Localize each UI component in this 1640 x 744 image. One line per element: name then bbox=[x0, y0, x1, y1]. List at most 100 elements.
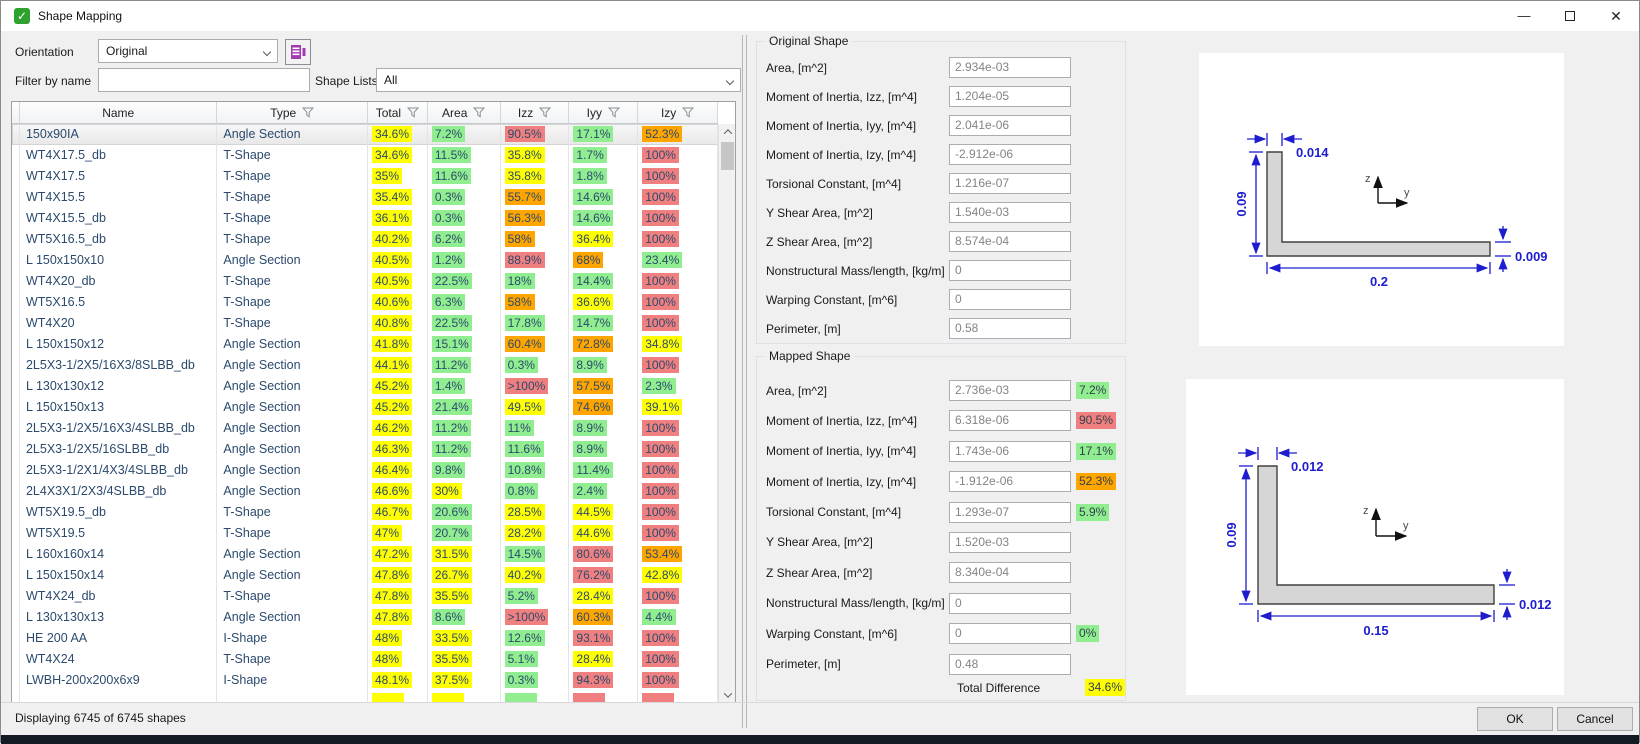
table-row[interactable]: WT4X20T-Shape40.8%22.5%17.8%14.7%100% bbox=[12, 313, 718, 334]
filter-icon[interactable] bbox=[302, 107, 314, 118]
original-field-value[interactable]: 2.934e-03 bbox=[949, 57, 1071, 78]
filter-icon[interactable] bbox=[682, 107, 694, 118]
diff-chip: 44.5% bbox=[573, 504, 613, 520]
original-field-value[interactable]: 2.041e-06 bbox=[949, 115, 1071, 136]
column-header-area[interactable]: Area bbox=[428, 102, 501, 123]
original-field-value[interactable]: 0 bbox=[949, 260, 1071, 281]
diff-cell: 100% bbox=[638, 670, 718, 691]
table-row[interactable]: WT4X15.5_dbT-Shape36.1%0.3%56.3%14.6%100… bbox=[12, 208, 718, 229]
row-header bbox=[12, 292, 20, 313]
mapped-field-value[interactable]: 0 bbox=[949, 593, 1071, 614]
mapped-field-value[interactable]: -1.912e-06 bbox=[949, 471, 1071, 492]
table-row[interactable]: WT5X19.5T-Shape47%20.7%28.2%44.6%100% bbox=[12, 523, 718, 544]
mapped-field-value[interactable]: 0.48 bbox=[949, 654, 1071, 675]
ok-button[interactable]: OK bbox=[1477, 707, 1553, 731]
mapped-field-value[interactable]: 2.736e-03 bbox=[949, 380, 1071, 401]
table-row[interactable]: WT4X20_dbT-Shape40.5%22.5%18%14.4%100% bbox=[12, 271, 718, 292]
diff-chip: 11.2% bbox=[432, 441, 471, 457]
table-row[interactable]: 150x90IAAngle Section34.6%7.2%90.5%17.1%… bbox=[12, 124, 718, 145]
column-header-total[interactable]: Total bbox=[368, 102, 428, 123]
table-row[interactable]: 2L5X3-1/2X1/4X3/4SLBB_dbAngle Section46.… bbox=[12, 460, 718, 481]
diff-cell: 100% bbox=[638, 502, 718, 523]
row-header bbox=[12, 250, 20, 271]
table-row[interactable]: L 160x160x14Angle Section47.2%31.5%14.5%… bbox=[12, 544, 718, 565]
diff-cell: 20.6% bbox=[428, 502, 501, 523]
shape-name-cell: L 130x130x13 bbox=[20, 607, 217, 628]
column-header-type[interactable]: Type bbox=[217, 102, 368, 123]
orientation-options-button[interactable] bbox=[285, 39, 311, 65]
table-row[interactable]: 2L5X3-1/2X5/16X3/4SLBB_dbAngle Section46… bbox=[12, 418, 718, 439]
filter-icon[interactable] bbox=[608, 107, 620, 118]
scrollbar-thumb[interactable] bbox=[721, 142, 734, 170]
mapped-field-value[interactable]: 1.293e-07 bbox=[949, 502, 1071, 523]
cancel-button[interactable]: Cancel bbox=[1557, 707, 1633, 731]
table-row[interactable]: 2L4X3X1/2X3/4SLBB_dbAngle Section46.6%30… bbox=[12, 481, 718, 502]
diff-cell: 48% bbox=[368, 649, 428, 670]
table-row[interactable]: WT4X24_dbT-Shape47.8%35.5%5.2%28.4%100% bbox=[12, 586, 718, 607]
mapped-field-value[interactable]: 0 bbox=[949, 623, 1071, 644]
table-row[interactable]: L 130x130x12Angle Section45.2%1.4%>100%5… bbox=[12, 376, 718, 397]
table-row[interactable]: WT4X24T-Shape48%35.5%5.1%28.4%100% bbox=[12, 649, 718, 670]
mapped-field-value[interactable]: 1.520e-03 bbox=[949, 532, 1071, 553]
scroll-up-button[interactable] bbox=[719, 124, 736, 139]
mapped-field-value[interactable]: 1.743e-06 bbox=[949, 441, 1071, 462]
original-field-value[interactable]: 1.204e-05 bbox=[949, 86, 1071, 107]
vertical-scrollbar[interactable] bbox=[718, 124, 735, 702]
filter-icon[interactable] bbox=[407, 107, 419, 118]
diff-chip: 40.2% bbox=[372, 231, 412, 247]
orientation-dropdown[interactable]: Original bbox=[98, 39, 278, 63]
table-row[interactable]: WT4X15.5T-Shape35.4%0.3%55.7%14.6%100% bbox=[12, 187, 718, 208]
table-row[interactable]: WT5X19.5_dbT-Shape46.7%20.6%28.5%44.5%10… bbox=[12, 502, 718, 523]
table-row[interactable]: 2L5X3-1/2X5/16SLBB_dbAngle Section46.3%1… bbox=[12, 439, 718, 460]
column-header-iyy[interactable]: Iyy bbox=[569, 102, 638, 123]
filter-icon[interactable] bbox=[473, 107, 485, 118]
close-button[interactable]: ✕ bbox=[1593, 1, 1639, 31]
original-field-value[interactable]: 0 bbox=[949, 289, 1071, 310]
diff-chip: 35.8% bbox=[505, 168, 545, 184]
table-row[interactable]: WT4X17.5_dbT-Shape34.6%11.5%35.8%1.7%100… bbox=[12, 145, 718, 166]
minimize-button[interactable]: — bbox=[1501, 1, 1547, 31]
shape-lists-dropdown[interactable]: All bbox=[376, 68, 741, 92]
table-row[interactable]: WT4X17.5T-Shape35%11.6%35.8%1.8%100% bbox=[12, 166, 718, 187]
table-row[interactable]: WT5X16.5_dbT-Shape40.2%6.2%58%36.4%100% bbox=[12, 229, 718, 250]
original-field-value[interactable]: 1.540e-03 bbox=[949, 202, 1071, 223]
filter-by-name-input[interactable] bbox=[98, 68, 310, 92]
original-field-value[interactable]: 1.216e-07 bbox=[949, 173, 1071, 194]
mapped-field-row: Moment of Inertia, Iyy, [m^4]1.743e-0617… bbox=[757, 441, 1125, 462]
table-row[interactable]: L 150x150x10Angle Section40.5%1.2%88.9%6… bbox=[12, 250, 718, 271]
mapped-field-value[interactable]: 8.340e-04 bbox=[949, 562, 1071, 583]
table-row[interactable]: LWBH-200x200x6x9I-Shape48.1%37.5%0.3%94.… bbox=[12, 670, 718, 691]
original-field-label: Moment of Inertia, Izz, [m^4] bbox=[757, 90, 949, 104]
table-row[interactable]: WT5X16.5T-Shape40.6%6.3%58%36.6%100% bbox=[12, 292, 718, 313]
diff-chip: 100% bbox=[642, 147, 679, 163]
column-header-izz[interactable]: Izz bbox=[501, 102, 570, 123]
column-header-izy[interactable]: Izy bbox=[638, 102, 718, 123]
shape-name-cell: L 130x130x12 bbox=[20, 376, 217, 397]
table-row[interactable]: L 150x150x14Angle Section47.8%26.7%40.2%… bbox=[12, 565, 718, 586]
shape-type-cell: Angle Section bbox=[217, 397, 368, 418]
scroll-down-button[interactable] bbox=[719, 687, 736, 702]
table-row[interactable] bbox=[12, 691, 718, 702]
original-field-value[interactable]: -2.912e-06 bbox=[949, 144, 1071, 165]
diff-chip: 0.3% bbox=[505, 357, 538, 373]
panel-splitter[interactable] bbox=[742, 35, 743, 728]
mapped-shape-group: Mapped Shape Area, [m^2]2.736e-037.2%Mom… bbox=[756, 356, 1126, 701]
diff-chip: 11.2% bbox=[432, 357, 471, 373]
maximize-button[interactable] bbox=[1547, 1, 1593, 31]
filter-icon[interactable] bbox=[539, 107, 551, 118]
table-row[interactable]: 2L5X3-1/2X5/16X3/8SLBB_dbAngle Section44… bbox=[12, 355, 718, 376]
original-shape-drawing: 0.09 0.014 0.2 0.009 z y bbox=[1199, 53, 1564, 346]
diff-chip: 8.9% bbox=[573, 441, 606, 457]
original-field-value[interactable]: 0.58 bbox=[949, 318, 1071, 339]
table-row[interactable]: L 130x130x13Angle Section47.8%8.6%>100%6… bbox=[12, 607, 718, 628]
diff-chip: 22.5% bbox=[432, 315, 472, 331]
diff-cell: 100% bbox=[638, 208, 718, 229]
table-row[interactable]: HE 200 AAI-Shape48%33.5%12.6%93.1%100% bbox=[12, 628, 718, 649]
diff-chip: 100% bbox=[642, 210, 679, 226]
diff-cell: 100% bbox=[638, 229, 718, 250]
original-field-value[interactable]: 8.574e-04 bbox=[949, 231, 1071, 252]
column-header-name[interactable]: Name bbox=[20, 102, 217, 123]
mapped-field-value[interactable]: 6.318e-06 bbox=[949, 410, 1071, 431]
table-row[interactable]: L 150x150x13Angle Section45.2%21.4%49.5%… bbox=[12, 397, 718, 418]
table-row[interactable]: L 150x150x12Angle Section41.8%15.1%60.4%… bbox=[12, 334, 718, 355]
